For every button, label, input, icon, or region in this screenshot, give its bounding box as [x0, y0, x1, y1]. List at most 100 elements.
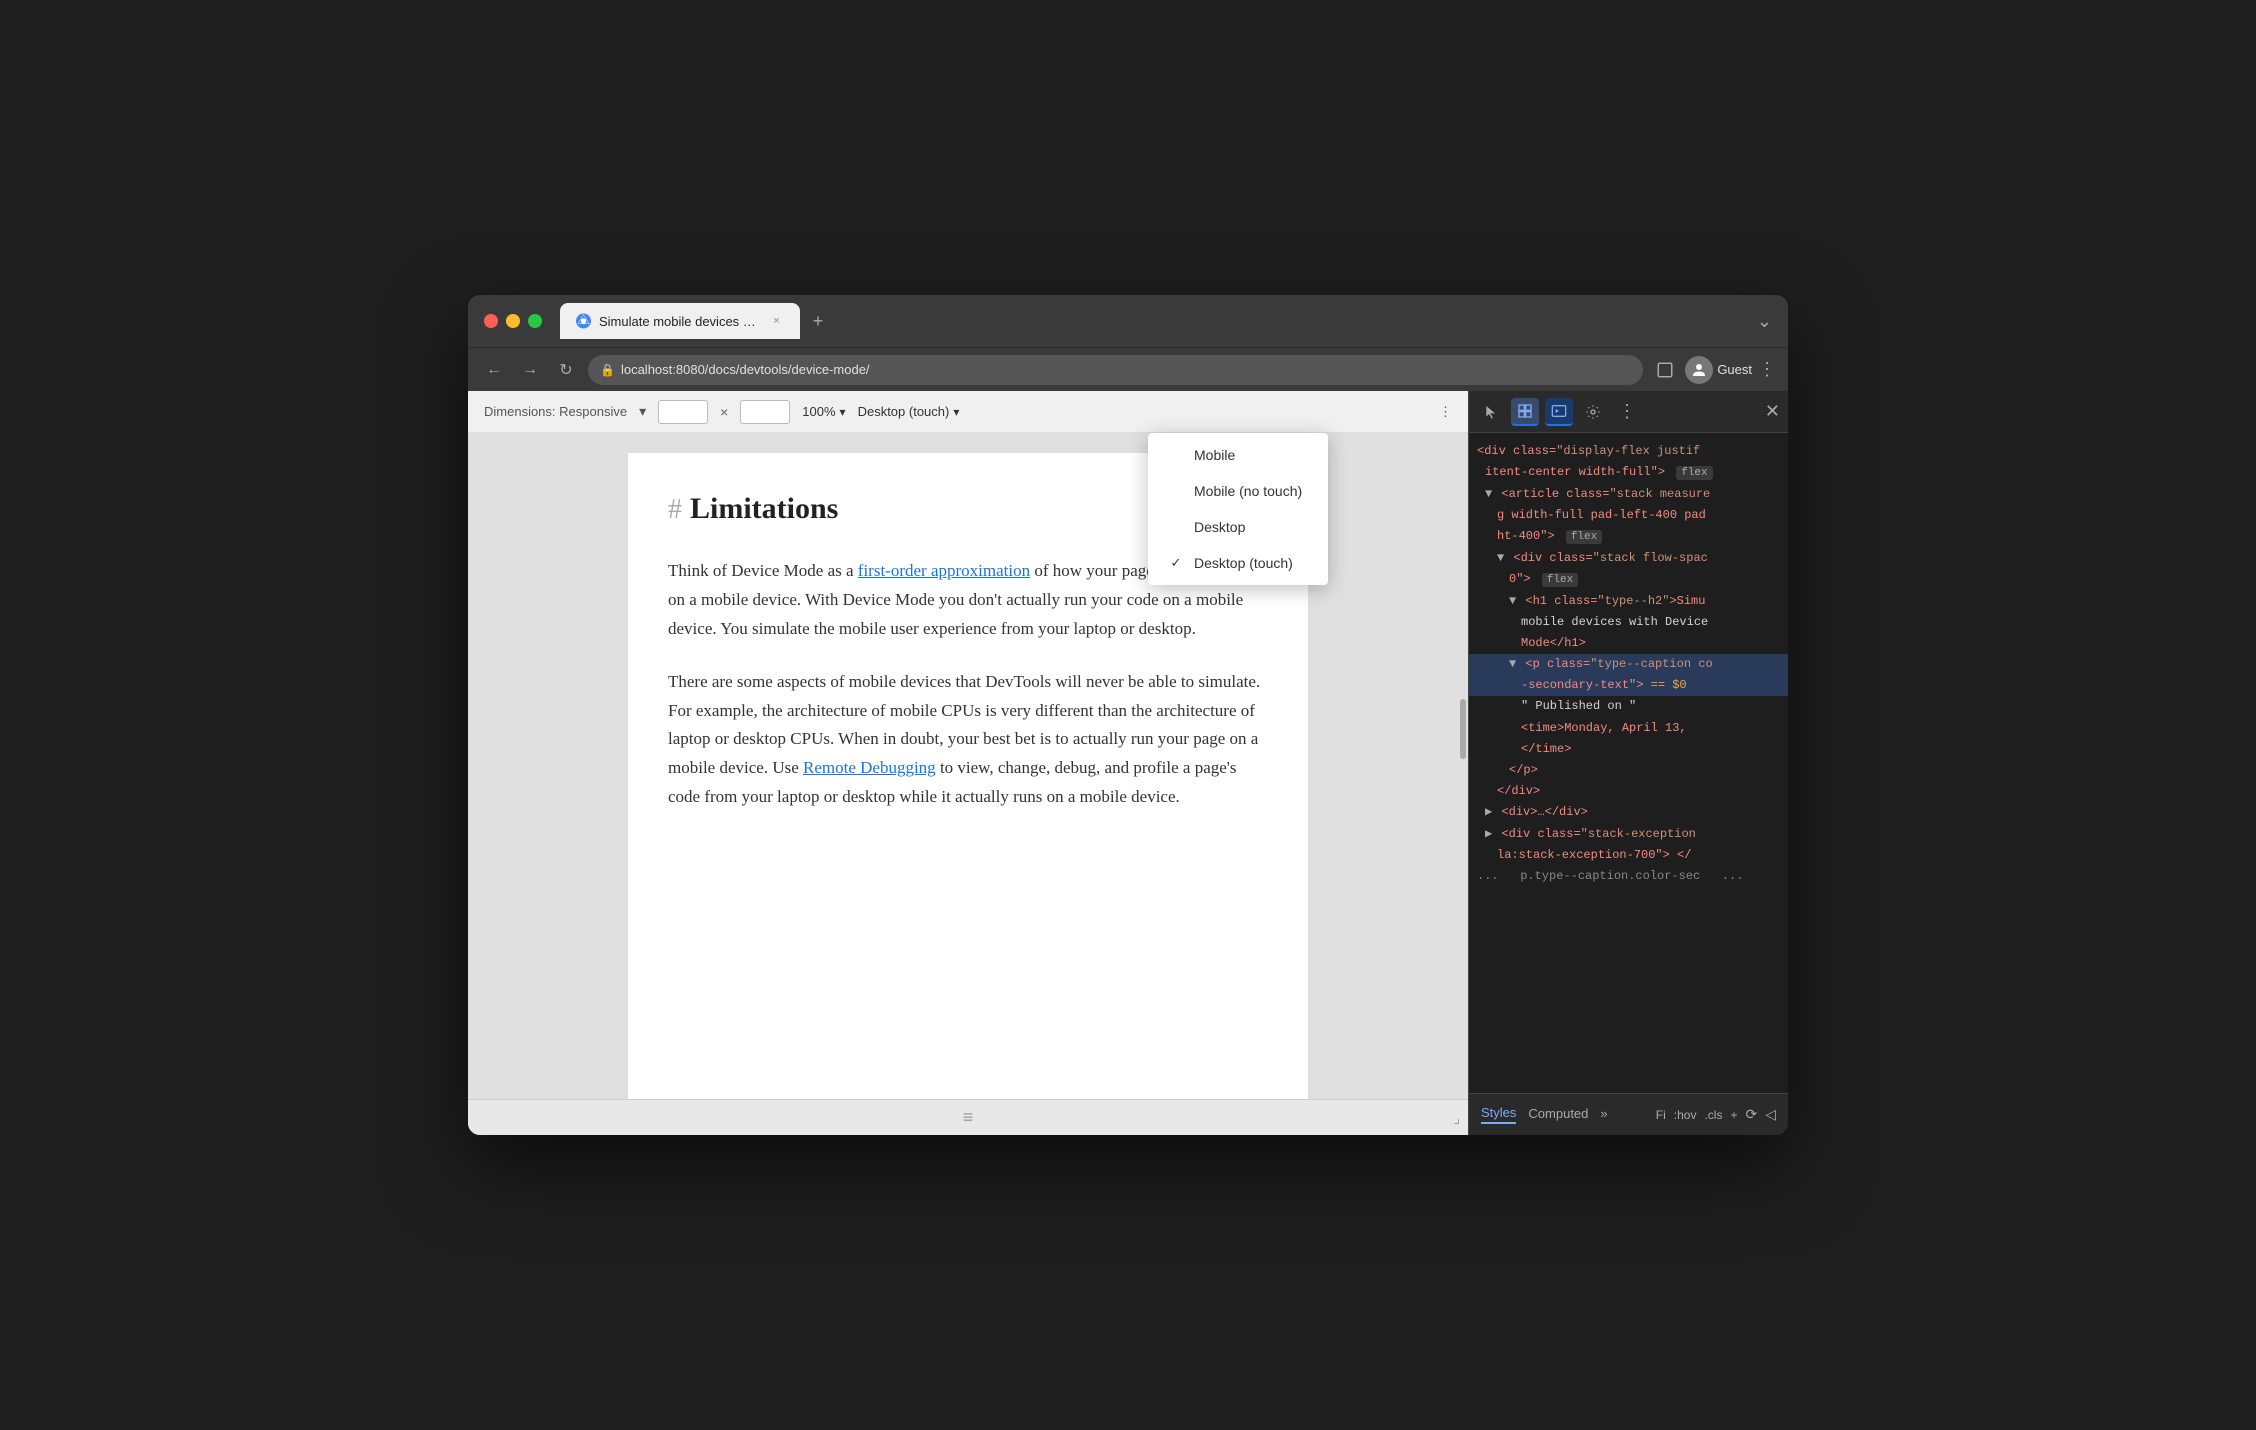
code-line-17: </div> — [1469, 781, 1788, 802]
code-tag: <h1 class="type--h2">Simu — [1525, 594, 1705, 608]
code-tag: Mode</h1> — [1521, 636, 1586, 650]
filter-icon[interactable]: Fi — [1656, 1108, 1666, 1122]
browser-content: Dimensions: Responsive ▾ 592 × 415 100% … — [468, 391, 1788, 1135]
zoom-dropdown[interactable]: 100% ▾ — [802, 404, 845, 419]
expand-arrow[interactable]: ▼ — [1485, 487, 1492, 501]
tab-title: Simulate mobile devices with D — [599, 314, 759, 329]
close-traffic-light[interactable] — [484, 314, 498, 328]
active-tab[interactable]: Simulate mobile devices with D × — [560, 303, 800, 339]
title-bar: Simulate mobile devices with D × + ⌄ — [468, 295, 1788, 347]
code-line-8: ▼ <h1 class="type--h2">Simu — [1469, 591, 1788, 612]
code-line-7: 0"> flex — [1469, 569, 1788, 591]
heading-text: Limitations — [690, 485, 838, 533]
code-tag: <p class="type--caption co — [1525, 657, 1712, 671]
devtools-panel: ⋮ ✕ <div class="display-flex justif iten… — [1468, 391, 1788, 1135]
desktop-touch-label: Desktop (touch) — [1194, 555, 1293, 571]
expand-arrow-2[interactable]: ▼ — [1497, 551, 1504, 565]
zoom-arrow: ▾ — [840, 405, 846, 419]
code-tag: <div>…</div> — [1501, 805, 1587, 819]
expand-arrow-6[interactable]: ▶ — [1485, 827, 1492, 841]
code-tag: <div class="display-flex justif — [1477, 444, 1700, 458]
inspect-tool-button[interactable] — [1477, 398, 1505, 426]
expand-arrow-3[interactable]: ▼ — [1509, 594, 1516, 608]
code-tag: <div class="stack flow-spac — [1513, 551, 1707, 565]
menu-item-desktop-touch[interactable]: ✓ Desktop (touch) — [1148, 545, 1328, 581]
toolbar-more-button[interactable]: ⋮ — [1439, 404, 1452, 420]
bookmarks-button[interactable] — [1651, 356, 1679, 384]
more-tabs[interactable]: » — [1600, 1106, 1607, 1123]
drag-handle-icon: ≡ — [963, 1107, 974, 1128]
styles-tab[interactable]: Styles — [1481, 1105, 1516, 1124]
cls-button[interactable]: .cls — [1704, 1108, 1722, 1122]
code-line-11[interactable]: ▼ <p class="type--caption co — [1469, 654, 1788, 675]
profile-avatar — [1685, 356, 1713, 384]
address-bar[interactable]: 🔒 localhost:8080/docs/devtools/device-mo… — [588, 355, 1643, 385]
dimension-separator: × — [720, 404, 728, 420]
expand-arrow-5[interactable]: ▶ — [1485, 805, 1492, 819]
code-line-9: mobile devices with Device — [1469, 612, 1788, 633]
code-text: ... p.type--caption.color-sec ... — [1477, 869, 1743, 883]
traffic-lights — [484, 314, 542, 328]
menu-item-desktop[interactable]: Desktop — [1148, 509, 1328, 545]
code-line-18: ▶ <div>…</div> — [1469, 802, 1788, 823]
code-tag: itent-center width-full"> — [1485, 465, 1665, 479]
code-tag: la:stack-exception-700"> </ — [1497, 848, 1691, 862]
cursor-icon — [1483, 404, 1499, 420]
menu-item-mobile-no-touch[interactable]: Mobile (no touch) — [1148, 473, 1328, 509]
expand-arrow-4[interactable]: ▼ — [1509, 657, 1516, 671]
menu-item-mobile[interactable]: Mobile — [1148, 437, 1328, 473]
settings-button[interactable] — [1579, 398, 1607, 426]
computed-tab[interactable]: Computed — [1528, 1106, 1588, 1123]
nav-bar: ← → ↻ 🔒 localhost:8080/docs/devtools/dev… — [468, 347, 1788, 391]
window-controls[interactable]: ⌄ — [1757, 311, 1772, 332]
devtools-filter-area: Fi :hov .cls + ⟳ ◁ — [1656, 1106, 1776, 1123]
code-line-5: ht-400"> flex — [1469, 526, 1788, 548]
dimensions-dropdown-arrow[interactable]: ▾ — [639, 403, 646, 420]
code-tag: <article class="stack measure — [1501, 487, 1710, 501]
back-button[interactable]: ← — [480, 356, 508, 384]
hover-button[interactable]: :hov — [1674, 1108, 1697, 1122]
minimize-traffic-light[interactable] — [506, 314, 520, 328]
back-style-button[interactable]: ◁ — [1765, 1106, 1776, 1123]
tab-close-button[interactable]: × — [769, 313, 784, 329]
code-tag: <time>Monday, April 13, — [1521, 721, 1687, 735]
profile-area[interactable]: Guest — [1685, 356, 1752, 384]
device-type-arrow: ▾ — [953, 405, 959, 419]
scrollbar-handle[interactable] — [1460, 699, 1466, 759]
code-line-6: ▼ <div class="stack flow-spac — [1469, 548, 1788, 569]
code-line-14: <time>Monday, April 13, — [1469, 718, 1788, 739]
code-tag: ht-400"> — [1497, 529, 1555, 543]
refresh-style-button[interactable]: ⟳ — [1745, 1106, 1757, 1123]
more-button[interactable]: ⋮ — [1758, 359, 1776, 380]
code-text: " Published on " — [1521, 699, 1636, 713]
elements-icon — [1517, 403, 1533, 419]
add-style-button[interactable]: + — [1730, 1108, 1737, 1122]
first-order-link[interactable]: first-order approximation — [858, 561, 1030, 580]
resize-icon[interactable]: ⌟ — [1453, 1110, 1460, 1127]
url-text: localhost:8080/docs/devtools/device-mode… — [621, 362, 870, 377]
code-tag: g width-full pad-left-400 pad — [1497, 508, 1706, 522]
code-line-19: ▶ <div class="stack-exception — [1469, 824, 1788, 845]
remote-debugging-link[interactable]: Remote Debugging — [803, 758, 936, 777]
tab-bar: Simulate mobile devices with D × + — [560, 303, 1747, 339]
elements-tool-button[interactable] — [1511, 398, 1539, 426]
mobile-no-touch-label: Mobile (no touch) — [1194, 483, 1302, 499]
chrome-favicon — [576, 313, 591, 329]
maximize-traffic-light[interactable] — [528, 314, 542, 328]
sources-tool-button[interactable] — [1545, 398, 1573, 426]
reload-button[interactable]: ↻ — [552, 356, 580, 384]
desktop-label: Desktop — [1194, 519, 1245, 535]
width-input[interactable]: 592 — [658, 400, 708, 424]
devtools-close-button[interactable]: ✕ — [1765, 401, 1780, 422]
devtools-more-button[interactable]: ⋮ — [1613, 398, 1641, 426]
new-tab-button[interactable]: + — [804, 307, 832, 335]
height-input[interactable]: 415 — [740, 400, 790, 424]
devtools-code-view[interactable]: <div class="display-flex justif itent-ce… — [1469, 433, 1788, 1093]
device-type-menu: Mobile Mobile (no touch) Desktop ✓ Deskt… — [1148, 433, 1328, 585]
security-icon: 🔒 — [600, 363, 615, 377]
code-line-4: g width-full pad-left-400 pad — [1469, 505, 1788, 526]
person-icon — [1690, 361, 1708, 379]
device-type-dropdown[interactable]: Desktop (touch) ▾ — [858, 404, 960, 419]
forward-button[interactable]: → — [516, 356, 544, 384]
code-text: mobile devices with Device — [1521, 615, 1708, 629]
